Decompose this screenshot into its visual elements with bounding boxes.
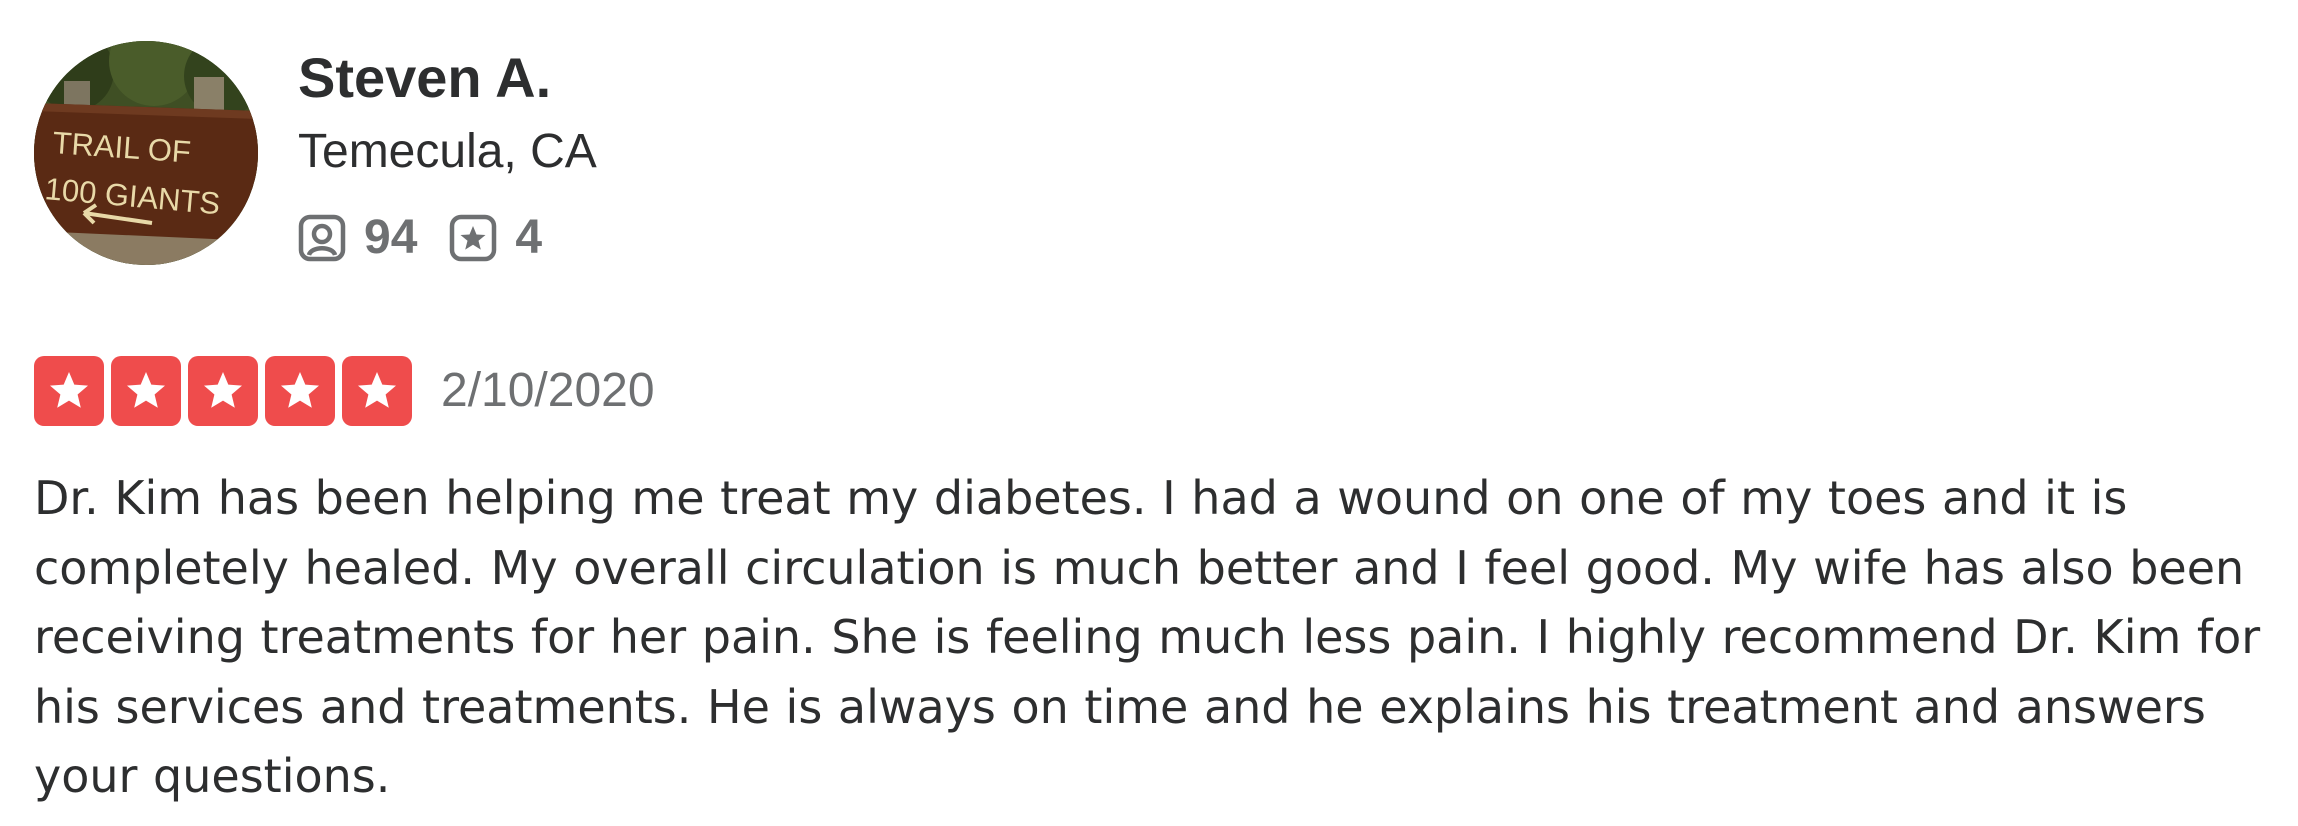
friends-stat: 94 <box>298 208 417 268</box>
user-name-link[interactable]: Steven A. <box>298 44 551 112</box>
star-icon <box>50 372 88 408</box>
review-date: 2/10/2020 <box>441 364 655 417</box>
star-icon <box>281 372 319 408</box>
star-icon <box>127 372 165 408</box>
review-text: Dr. Kim has been helping me treat my dia… <box>34 471 2261 803</box>
star-3 <box>188 356 258 426</box>
star-rating <box>34 356 419 426</box>
avatar-photo: TRAIL OF 100 GIANTS <box>34 41 258 265</box>
review-card: TRAIL OF 100 GIANTS Steven A. Temecula, … <box>0 0 2298 826</box>
star-5 <box>342 356 412 426</box>
star-icon <box>204 372 242 408</box>
user-location: Temecula, CA <box>298 125 597 178</box>
rating-row: 2/10/2020 <box>34 356 655 426</box>
star-4 <box>265 356 335 426</box>
reviews-count: 4 <box>515 211 543 264</box>
star-icon <box>358 372 396 408</box>
star-2 <box>111 356 181 426</box>
star-badge-icon <box>449 214 497 262</box>
star-1 <box>34 356 104 426</box>
user-avatar[interactable]: TRAIL OF 100 GIANTS <box>34 41 258 265</box>
reviews-stat: 4 <box>449 208 542 268</box>
user-stats: 94 4 <box>298 206 574 270</box>
friends-icon <box>298 214 346 262</box>
friends-count: 94 <box>364 211 418 264</box>
